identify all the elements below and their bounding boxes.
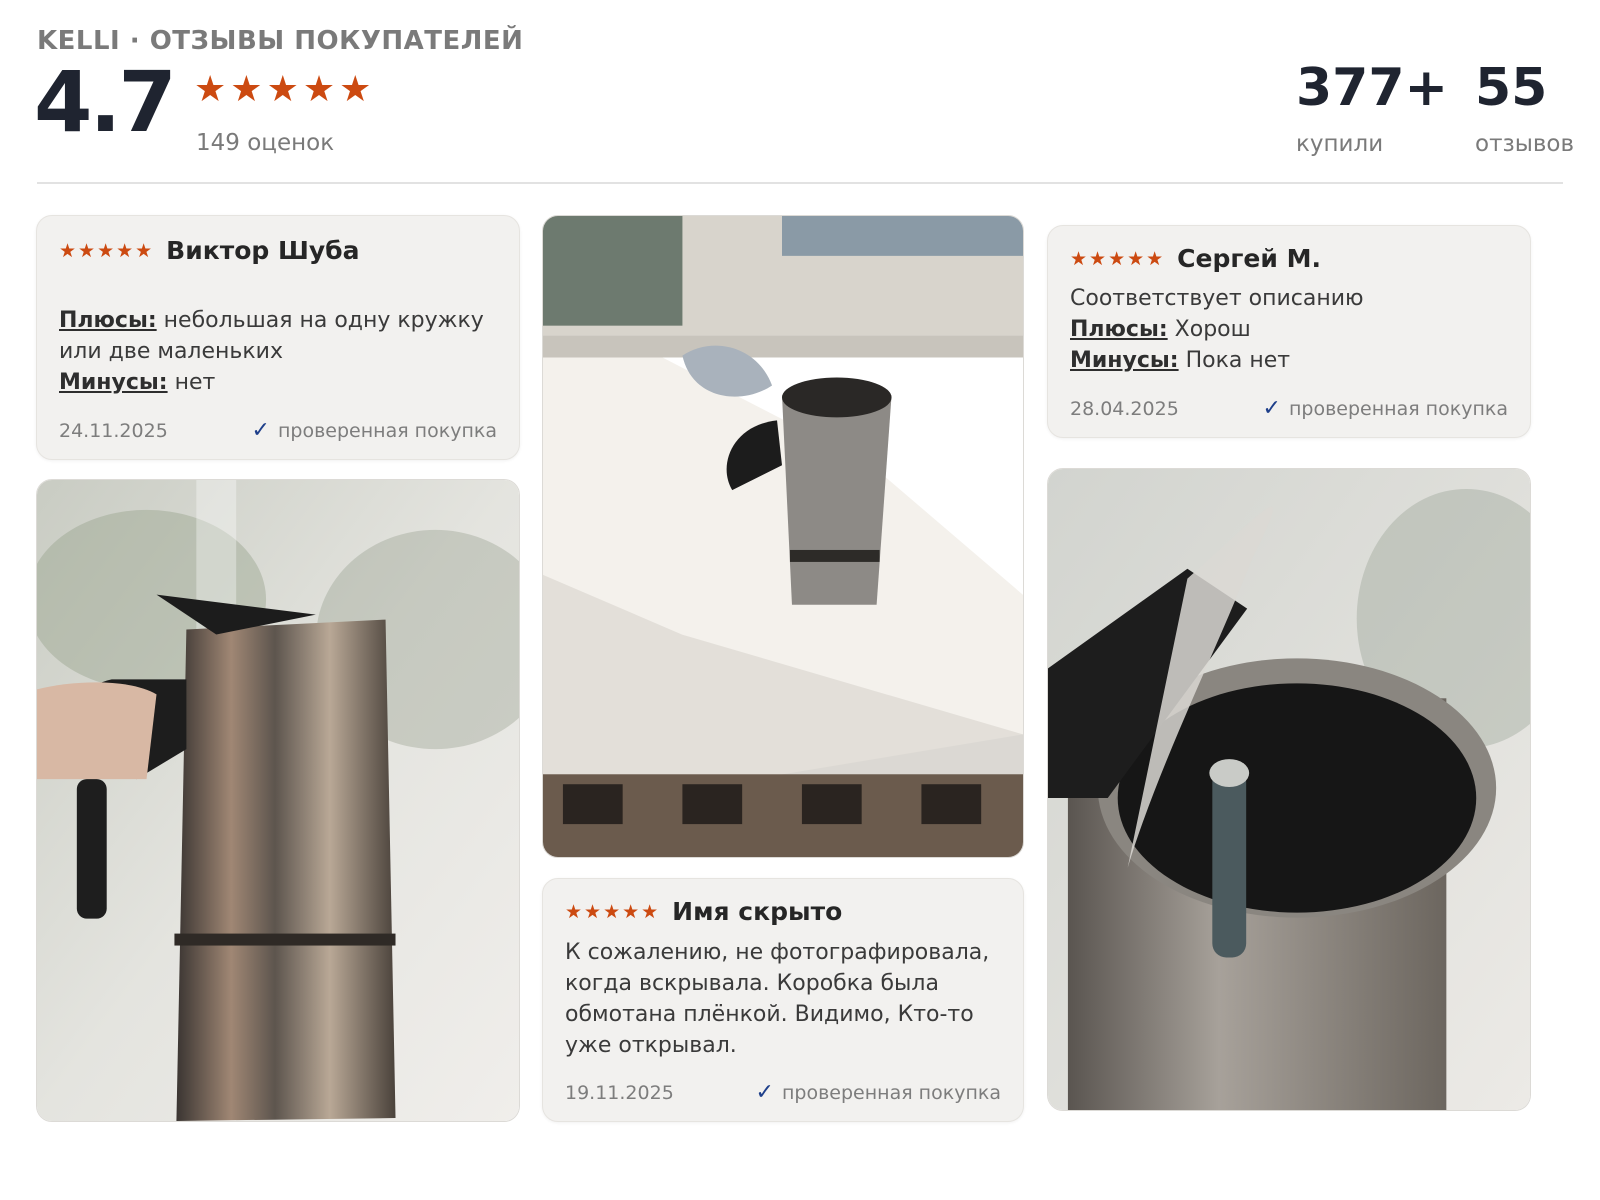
review-author: Виктор Шуба	[166, 236, 360, 265]
review-body: Плюсы: небольшая на одну кружку или две …	[59, 305, 509, 398]
cons-label: Минусы:	[1070, 348, 1179, 373]
cons-text: нет	[174, 370, 216, 395]
check-icon: ✓	[755, 1080, 774, 1105]
rating-stars-icon: ★ ★ ★ ★ ★	[194, 72, 371, 108]
review-stars-icon: ★★★★★	[59, 239, 155, 262]
coffee-pot-photo	[1048, 469, 1530, 1110]
pros-label: Плюсы:	[59, 308, 157, 333]
reviews-count: 55	[1475, 58, 1548, 118]
star-icon: ★	[194, 69, 227, 110]
review-text: К сожалению, не фотографировала, когда в…	[565, 940, 990, 1058]
check-icon: ✓	[251, 418, 270, 443]
coffee-pot-photo	[543, 216, 1023, 857]
star-icon: ★	[230, 69, 263, 110]
star-icon: ★	[339, 69, 372, 110]
pros-label: Плюсы:	[1070, 317, 1168, 342]
verified-label: проверенная покупка	[1288, 397, 1508, 420]
coffee-pot-photo	[37, 480, 519, 1121]
review-photo[interactable]	[36, 479, 520, 1122]
review-date: 28.04.2025	[1070, 397, 1179, 420]
bought-label: купили	[1296, 131, 1384, 157]
review-date: 19.11.2025	[565, 1081, 674, 1104]
verified-badge: ✓ проверенная покупка	[252, 418, 497, 443]
star-icon: ★	[266, 69, 299, 110]
star-icon: ★	[302, 69, 336, 110]
review-card[interactable]: ★★★★★ Имя скрыто К сожалению, не фотогра…	[542, 878, 1024, 1122]
review-card[interactable]: ★★★★★ Сергей М. Соответствует описанию П…	[1047, 225, 1531, 438]
review-date: 24.11.2025	[59, 419, 168, 442]
stat-bought: 377+ купили	[1296, 62, 1448, 157]
verified-label: проверенная покупка	[781, 1081, 1001, 1104]
verified-badge: ✓ проверенная покупка	[1263, 396, 1508, 421]
review-photo[interactable]	[1047, 468, 1531, 1111]
bought-count: 377+	[1296, 58, 1449, 118]
pros-text: Хорош	[1174, 317, 1251, 342]
check-icon: ✓	[1262, 396, 1281, 421]
review-photo[interactable]	[542, 215, 1024, 858]
verified-label: проверенная покупка	[277, 419, 497, 442]
stat-reviews[interactable]: 55 отзывов	[1475, 62, 1574, 157]
average-rating: 4.7	[34, 53, 177, 151]
review-card[interactable]: ★★★★★ Виктор Шуба Плюсы: небольшая на од…	[36, 215, 520, 460]
ratings-count: 149 оценок	[196, 130, 335, 156]
reviews-label: отзывов	[1475, 131, 1575, 157]
section-title: KELLI · ОТЗЫВЫ ПОКУПАТЕЛЕЙ	[37, 26, 524, 56]
cons-text: Пока нет	[1185, 348, 1291, 373]
cons-label: Минусы:	[59, 370, 168, 395]
review-author: Сергей М.	[1177, 244, 1321, 273]
review-stars-icon: ★★★★★	[1070, 247, 1166, 270]
review-body: Соответствует описанию Плюсы: Хорош Мину…	[1070, 283, 1520, 376]
review-stars-icon: ★★★★★	[565, 900, 661, 923]
review-text: Соответствует описанию	[1070, 286, 1364, 311]
divider	[37, 182, 1563, 184]
verified-badge: ✓ проверенная покупка	[756, 1080, 1001, 1105]
review-author: Имя скрыто	[672, 897, 843, 926]
